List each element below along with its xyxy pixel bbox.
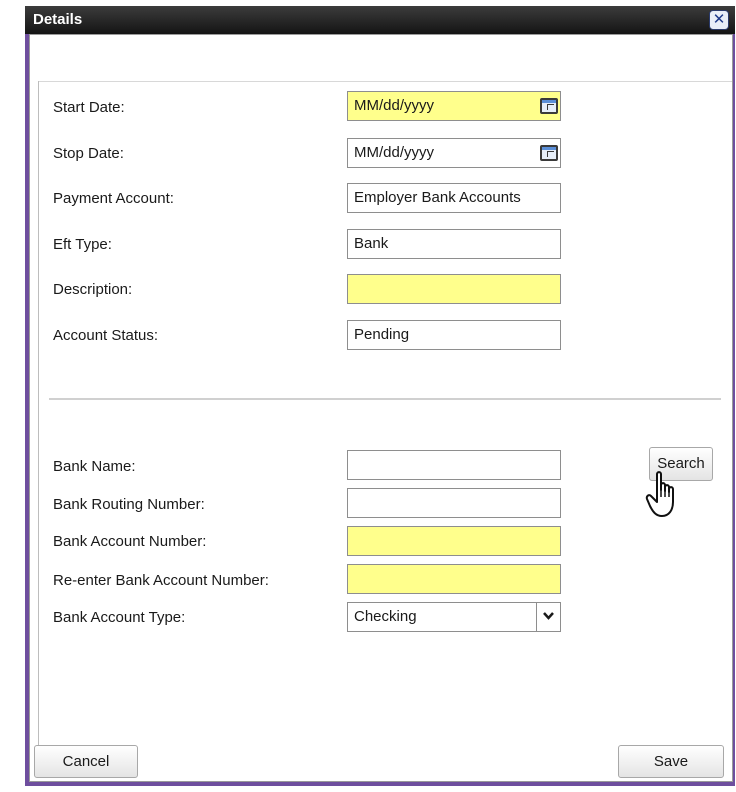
payment-account-field[interactable]: Employer Bank Accounts xyxy=(347,183,561,213)
details-dialog: Details ✕ Start Date: MM/dd/yyyy Stop Da… xyxy=(25,6,735,786)
save-button[interactable]: Save xyxy=(618,745,724,778)
reenter-account-number-label: Re-enter Bank Account Number: xyxy=(53,572,269,589)
account-status-field[interactable]: Pending xyxy=(347,320,561,350)
bank-name-input[interactable] xyxy=(347,450,561,480)
eft-type-field[interactable]: Bank xyxy=(347,229,561,259)
bank-name-label: Bank Name: xyxy=(53,458,136,475)
bank-routing-number-label: Bank Routing Number: xyxy=(53,496,205,513)
dialog-body: Start Date: MM/dd/yyyy Stop Date: MM/dd/… xyxy=(29,34,733,782)
start-date-label: Start Date: xyxy=(53,99,125,116)
stop-date-input[interactable]: MM/dd/yyyy xyxy=(347,138,561,168)
calendar-icon[interactable] xyxy=(540,145,558,161)
bank-account-type-select[interactable]: Checking xyxy=(347,602,561,632)
payment-account-label: Payment Account: xyxy=(53,190,174,207)
chevron-down-icon[interactable] xyxy=(536,603,560,631)
bank-account-number-label: Bank Account Number: xyxy=(53,533,207,550)
bank-routing-number-input[interactable] xyxy=(347,488,561,518)
start-date-input[interactable]: MM/dd/yyyy xyxy=(347,91,561,121)
stop-date-placeholder: MM/dd/yyyy xyxy=(354,144,435,161)
description-input[interactable] xyxy=(347,274,561,304)
bank-account-type-value: Checking xyxy=(354,608,417,625)
bank-account-type-label: Bank Account Type: xyxy=(53,609,186,626)
bank-account-number-input[interactable] xyxy=(347,526,561,556)
dialog-title: Details xyxy=(33,11,83,28)
eft-type-label: Eft Type: xyxy=(53,236,112,253)
panel-border-left xyxy=(38,81,39,747)
account-status-label: Account Status: xyxy=(53,327,159,344)
reenter-account-number-input[interactable] xyxy=(347,564,561,594)
panel-border-top xyxy=(38,81,732,82)
description-label: Description: xyxy=(53,281,133,298)
dialog-title-bar[interactable]: Details ✕ xyxy=(25,6,735,34)
cancel-button[interactable]: Cancel xyxy=(34,745,138,778)
start-date-placeholder: MM/dd/yyyy xyxy=(354,97,435,114)
hand-pointer-icon xyxy=(645,471,674,517)
close-icon[interactable]: ✕ xyxy=(709,10,729,30)
stop-date-label: Stop Date: xyxy=(53,145,124,162)
section-divider xyxy=(49,398,721,400)
calendar-icon[interactable] xyxy=(540,98,558,114)
